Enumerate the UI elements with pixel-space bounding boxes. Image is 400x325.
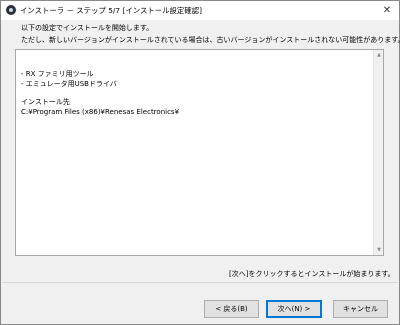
settings-summary-text: - RX ファミリ用ツール - エミュレータ用USBドライバ インストール先 C… [21, 70, 371, 117]
app-icon [6, 5, 16, 15]
scroll-thumb[interactable] [375, 61, 382, 245]
header-text: 以下の設定でインストールを開始します。 ただし、新しいバージョンがインストールさ… [21, 22, 400, 46]
header-line-2: ただし、新しいバージョンがインストールされている場合は、古いバージョンがインスト… [21, 36, 400, 44]
vertical-scrollbar[interactable]: ▲ ▼ [373, 50, 383, 255]
summary-line: - エミュレータ用USBドライバ [21, 79, 117, 88]
summary-blank-line [21, 89, 371, 98]
close-icon[interactable]: ✕ [379, 2, 395, 18]
divider [2, 282, 398, 283]
summary-line: C:¥Program Files (x86)¥Renesas Electroni… [21, 107, 180, 116]
scroll-down-icon[interactable]: ▼ [374, 245, 384, 255]
settings-summary-box[interactable]: - RX ファミリ用ツール - エミュレータ用USBドライバ インストール先 C… [15, 49, 384, 256]
window-title: インストーラ － ステップ 5/7 [インストール設定確認] [20, 6, 202, 15]
summary-line: インストール先 [21, 98, 70, 106]
summary-line: - RX ファミリ用ツール [21, 70, 94, 78]
installer-window: インストーラ － ステップ 5/7 [インストール設定確認] ✕ 以下の設定でイ… [0, 0, 400, 325]
next-button[interactable]: 次へ(N) > [266, 300, 322, 318]
cancel-button[interactable]: キャンセル [333, 300, 388, 318]
back-button[interactable]: < 戻る(B) [204, 300, 259, 318]
title-bar: インストーラ － ステップ 5/7 [インストール設定確認] ✕ [1, 1, 399, 20]
scroll-up-icon[interactable]: ▲ [374, 50, 384, 60]
header-line-1: 以下の設定でインストールを開始します。 [21, 24, 154, 32]
footer-note: [次へ]をクリックするとインストールが始まります。 [229, 270, 395, 278]
